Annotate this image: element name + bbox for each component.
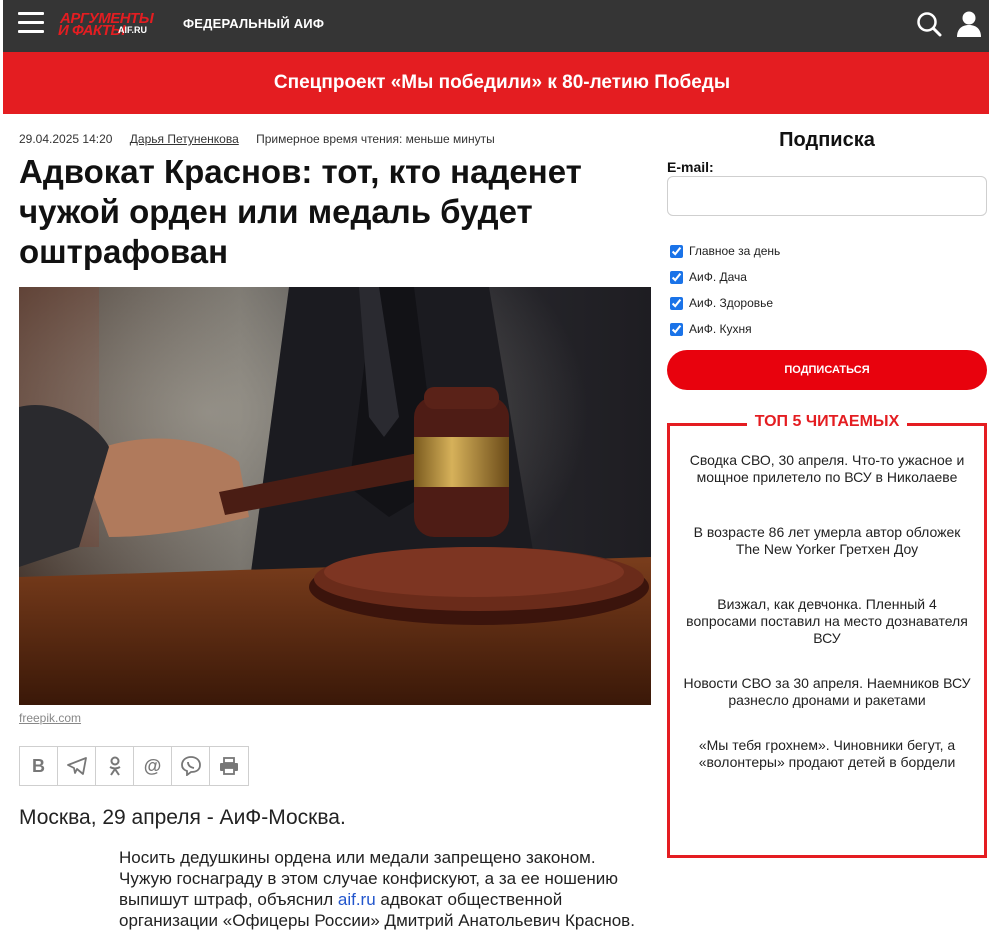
- top5-item[interactable]: Новости СВО за 30 апреля. Наемников ВСУ …: [682, 675, 972, 709]
- option-daily-label: Главное за день: [689, 244, 781, 258]
- top5-item[interactable]: Сводка СВО, 30 апреля. Что-то ужасное и …: [682, 452, 972, 486]
- option-kitchen-label: АиФ. Кухня: [689, 322, 752, 336]
- odnoklassniki-icon: [108, 756, 121, 776]
- share-telegram-button[interactable]: [58, 747, 96, 785]
- print-icon: [220, 757, 238, 775]
- user-icon[interactable]: [955, 10, 983, 38]
- article-photo: [19, 287, 651, 705]
- top5-item[interactable]: Визжал, как девчонка. Пленный 4 вопросам…: [682, 596, 972, 647]
- logo-domain: AIF.RU: [118, 25, 147, 35]
- share-email-button[interactable]: @: [134, 747, 172, 785]
- lead-link-aif[interactable]: aif.ru: [338, 890, 376, 909]
- article-date: 29.04.2025 14:20: [19, 132, 113, 146]
- gavel-photo-illustration: [19, 287, 651, 705]
- article-author[interactable]: Дарья Петуненкова: [130, 132, 239, 146]
- option-health[interactable]: АиФ. Здоровье: [670, 290, 780, 316]
- option-dacha[interactable]: АиФ. Дача: [670, 264, 780, 290]
- share-ok-button[interactable]: [96, 747, 134, 785]
- article-meta: 29.04.2025 14:20 Дарья Петуненкова Приме…: [19, 132, 495, 146]
- article-title: Адвокат Краснов: тот, кто наденет чужой …: [19, 153, 582, 270]
- option-kitchen-checkbox[interactable]: [670, 322, 683, 336]
- top5-item[interactable]: «Мы тебя грохнем». Чиновники бегут, а «в…: [682, 737, 972, 771]
- option-daily[interactable]: Главное за день: [670, 238, 780, 264]
- photo-credit[interactable]: freepik.com: [19, 711, 81, 725]
- subscription-options: Главное за день АиФ. Дача АиФ. Здоровье …: [670, 238, 780, 342]
- option-daily-checkbox[interactable]: [670, 244, 683, 258]
- special-project-banner: Спецпроект «Мы победили» к 80-летию Побе…: [3, 52, 989, 114]
- option-health-label: АиФ. Здоровье: [689, 296, 774, 310]
- article-lead: Носить дедушкины ордена или медали запре…: [119, 847, 649, 931]
- reading-time: Примерное время чтения: меньше минуты: [256, 132, 495, 146]
- special-project-link[interactable]: Спецпроект «Мы победили» к 80-летию Побе…: [274, 72, 730, 94]
- site-logo[interactable]: АРГУМЕНТЫ И ФАКТЫ AIF.RU: [58, 9, 158, 39]
- search-icon[interactable]: [916, 11, 942, 37]
- option-health-checkbox[interactable]: [670, 296, 683, 310]
- top5-list: Сводка СВО, 30 апреля. Что-то ужасное и …: [682, 452, 972, 771]
- option-dacha-label: АиФ. Дача: [689, 270, 747, 284]
- viber-icon: [180, 756, 201, 776]
- email-field[interactable]: [667, 176, 987, 216]
- hamburger-icon[interactable]: [18, 12, 44, 34]
- option-dacha-checkbox[interactable]: [670, 270, 683, 284]
- section-link-federal[interactable]: ФЕДЕРАЛЬНЫЙ АИФ: [183, 16, 324, 31]
- top-navigation-bar: АРГУМЕНТЫ И ФАКТЫ AIF.RU ФЕДЕРАЛЬНЫЙ АИФ: [3, 0, 989, 52]
- logo-line-2: И ФАКТЫ: [58, 22, 126, 39]
- print-button[interactable]: [210, 747, 248, 785]
- top5-item[interactable]: В возрасте 86 лет умерла автор обложек T…: [682, 524, 972, 558]
- share-bar: В @: [19, 746, 249, 786]
- top5-title-text: ТОП 5 ЧИТАЕМЫХ: [746, 413, 908, 430]
- option-kitchen[interactable]: АиФ. Кухня: [670, 316, 780, 342]
- subscription-title: Подписка: [779, 129, 875, 151]
- share-vk-button[interactable]: В: [20, 747, 58, 785]
- telegram-icon: [66, 757, 87, 775]
- share-viber-button[interactable]: [172, 747, 210, 785]
- email-label: E-mail:: [667, 159, 714, 175]
- article-dateline: Москва, 29 апреля - АиФ-Москва.: [19, 806, 346, 829]
- subscribe-button[interactable]: ПОДПИСАТЬСЯ: [667, 350, 987, 390]
- top5-title: ТОП 5 ЧИТАЕМЫХ: [667, 413, 987, 431]
